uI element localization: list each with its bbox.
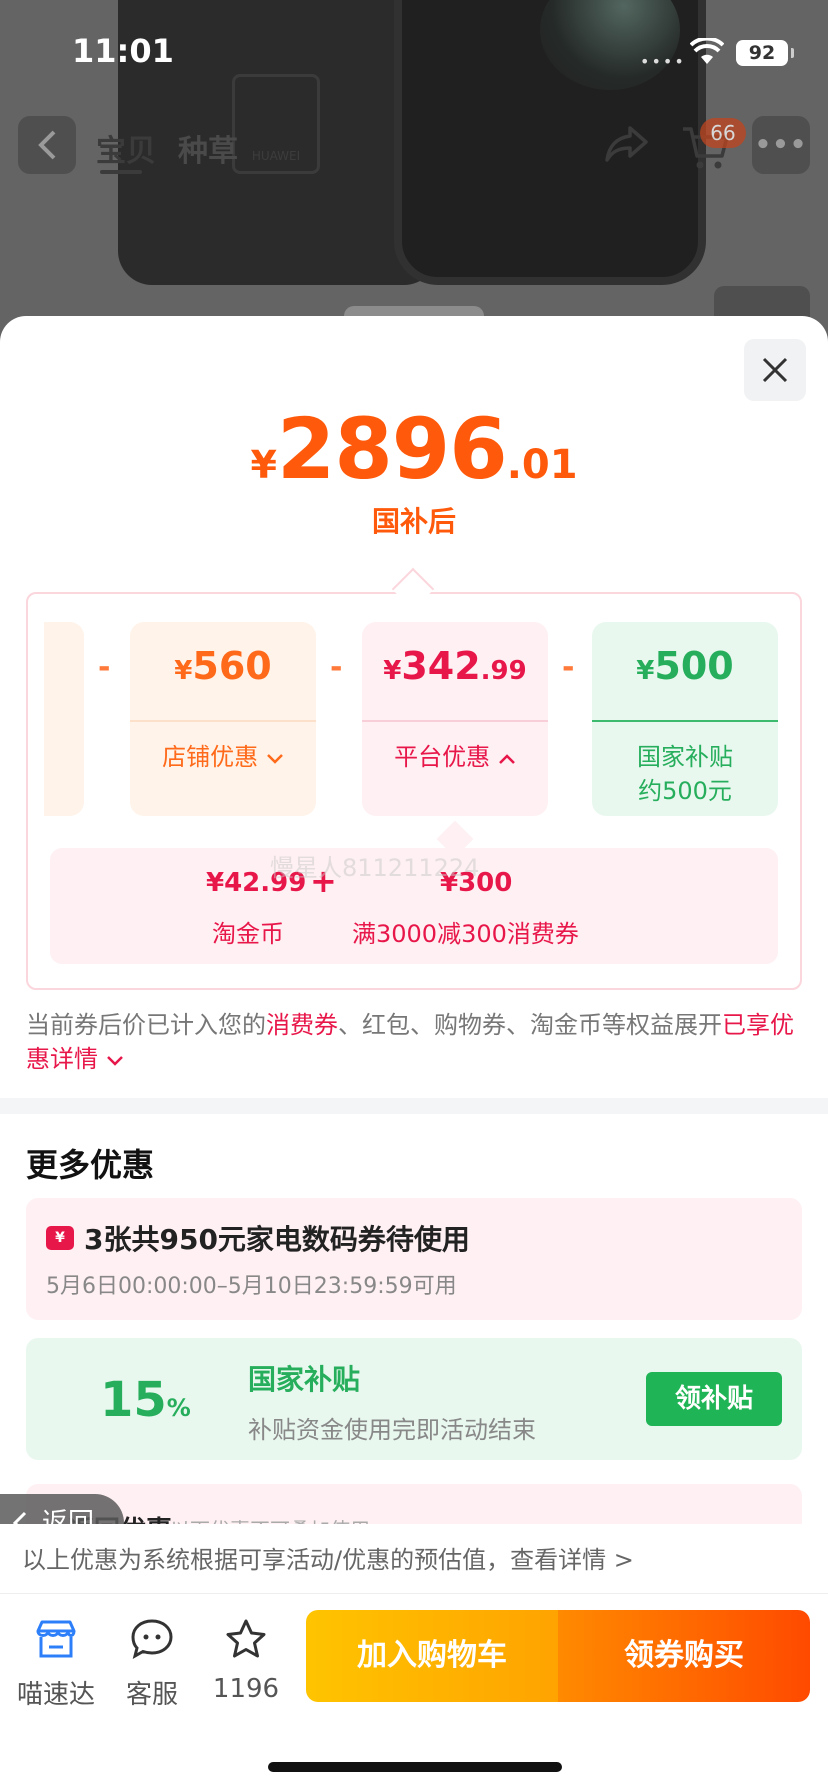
coupon-validity: 5月6日00:00:00–5月10日23:59:59可用 xyxy=(46,1274,457,1299)
star-icon xyxy=(226,1619,266,1658)
tab-baobei[interactable]: 宝贝 xyxy=(96,126,156,170)
bottom-action-bar: 喵速达 客服 1196 加入购物车 领券购买 xyxy=(0,1594,828,1792)
home-indicator xyxy=(268,1762,562,1772)
watermark: 慢星人811211224 xyxy=(270,854,480,882)
national-subsidy-card[interactable]: ¥500 国家补贴 约500元 xyxy=(592,622,778,816)
section-divider xyxy=(0,1098,828,1114)
platform-discount-label: 平台优惠 xyxy=(394,743,491,771)
final-price: ¥2896.01 xyxy=(250,400,578,498)
voucher-label: 满3000减300消费券 xyxy=(352,920,579,948)
chat-bubble-icon xyxy=(131,1619,173,1660)
subsidy-desc: 补贴资金使用完即活动结束 xyxy=(248,1416,536,1444)
price-detail-sheet: ¥2896.01 国补后 - ¥560 店铺优惠 - ¥342.99 平台优惠 … xyxy=(0,316,828,1792)
coupon-icon: ¥ xyxy=(46,1226,74,1250)
status-time: 11:01 xyxy=(72,32,174,70)
coupon-title: 3张共950元家电数码券待使用 xyxy=(84,1223,470,1256)
subsidy-title: 国家补贴 xyxy=(248,1363,361,1396)
share-icon[interactable] xyxy=(604,124,650,164)
chevron-up-icon xyxy=(498,754,515,764)
shop-discount-label: 店铺优惠 xyxy=(162,743,259,771)
store-button[interactable]: 喵速达 xyxy=(8,1612,104,1711)
cart-count-badge: 66 xyxy=(700,118,746,148)
minus-sign: - xyxy=(562,650,575,685)
signal-icon: •••• xyxy=(640,52,686,71)
subsidy-card: 15% 国家补贴 补贴资金使用完即活动结束 领补贴 xyxy=(26,1338,802,1460)
status-bar: 11:01 •••• 92 xyxy=(0,0,828,104)
price-integer: 2896 xyxy=(276,400,508,498)
close-button[interactable] xyxy=(744,339,806,401)
chevron-left-icon xyxy=(38,130,56,160)
national-subsidy-approx: 约500元 xyxy=(638,777,732,805)
minus-sign: - xyxy=(98,650,111,685)
tab-underline xyxy=(100,170,142,174)
shop-discount-amount: 560 xyxy=(192,644,272,688)
chevron-down-icon xyxy=(266,754,283,764)
customer-service-button[interactable]: 客服 xyxy=(104,1612,200,1711)
wifi-icon xyxy=(690,38,724,64)
national-subsidy-label: 国家补贴 xyxy=(637,743,733,771)
favorite-button[interactable]: 1196 xyxy=(198,1612,294,1704)
coin-label: 淘金币 xyxy=(212,920,284,948)
favorite-count: 1196 xyxy=(212,1674,280,1704)
shop-discount-card[interactable]: ¥560 店铺优惠 xyxy=(130,622,316,816)
buy-with-coupon-button[interactable]: 领券购买 xyxy=(558,1610,810,1702)
platform-discount-amount: 342 xyxy=(401,644,481,688)
price-decimal: .01 xyxy=(506,442,578,488)
tab-zhongcao[interactable]: 种草 xyxy=(178,126,238,170)
more-button[interactable]: ••• xyxy=(752,116,810,174)
battery-indicator: 92 xyxy=(736,40,794,66)
estimate-note[interactable]: 以上优惠为系统根据可享活动/优惠的预估值，查看详情 > xyxy=(0,1524,828,1594)
more-dots-icon: ••• xyxy=(754,130,808,160)
claim-subsidy-button[interactable]: 领补贴 xyxy=(646,1372,782,1426)
back-button[interactable] xyxy=(18,116,76,174)
store-icon xyxy=(36,1620,76,1658)
close-icon xyxy=(762,357,788,383)
more-offers-title: 更多优惠 xyxy=(26,1146,155,1184)
national-subsidy-amount: 500 xyxy=(654,644,734,688)
voucher-link[interactable]: 消费券 xyxy=(266,1011,338,1039)
price-label: 国补后 xyxy=(371,505,456,538)
coupon-card[interactable]: ¥ 3张共950元家电数码券待使用 5月6日00:00:00–5月10日23:5… xyxy=(26,1198,802,1320)
minus-sign: - xyxy=(330,650,343,685)
chevron-down-icon[interactable] xyxy=(106,1055,124,1067)
discount-note: 当前券后价已计入您的消费券、红包、购物券、淘金币等权益展开已享优惠详情 xyxy=(26,1011,794,1073)
subsidy-percent: 15% xyxy=(100,1372,191,1428)
platform-discount-card[interactable]: ¥342.99 平台优惠 xyxy=(362,622,548,816)
add-to-cart-button[interactable]: 加入购物车 xyxy=(306,1610,558,1702)
breakdown-card-partial[interactable] xyxy=(44,622,84,816)
